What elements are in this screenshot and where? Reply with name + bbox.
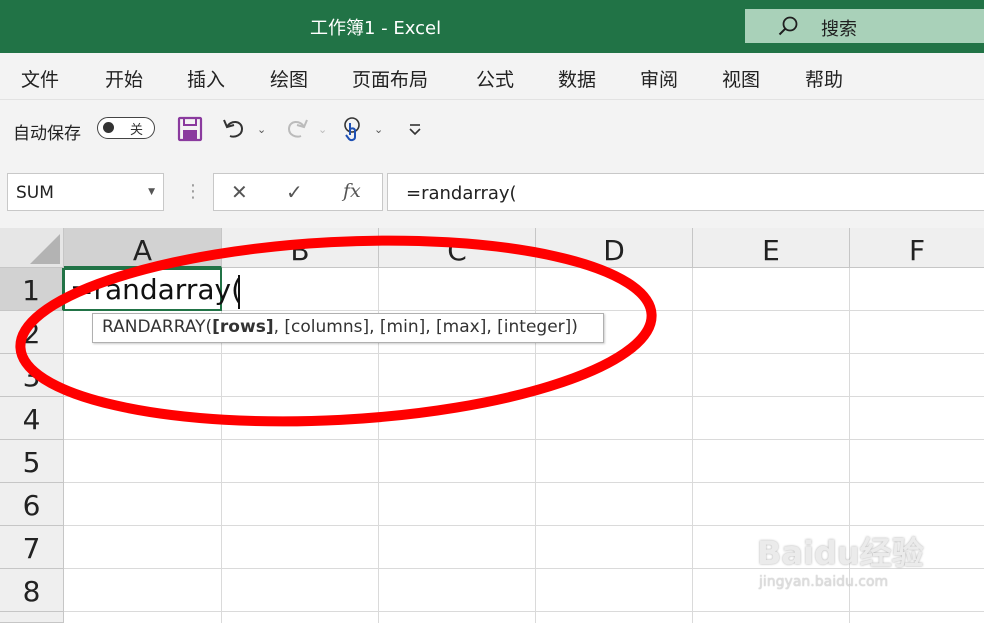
row-header-2[interactable]: 2 xyxy=(0,311,64,354)
row-header-8[interactable]: 8 xyxy=(0,569,64,612)
name-box-value: SUM xyxy=(16,183,54,203)
tab-help[interactable]: 帮助 xyxy=(805,65,843,92)
window-title: 工作簿1 - Excel xyxy=(310,18,442,39)
autosave-toggle[interactable]: 关 xyxy=(97,117,155,139)
row-header-6[interactable]: 6 xyxy=(0,483,64,526)
watermark-url: jingyan.baidu.com xyxy=(759,574,889,590)
quick-access-toolbar: 自动保存 关 ⌄ ⌄ ⌄ xyxy=(0,99,984,159)
undo-dropdown-icon[interactable]: ⌄ xyxy=(257,123,266,136)
redo-icon xyxy=(287,119,308,138)
tab-review[interactable]: 审阅 xyxy=(640,65,678,92)
gridline xyxy=(64,611,984,612)
watermark-logo: Baidu经验 xyxy=(757,534,924,572)
undo-icon[interactable] xyxy=(221,115,247,143)
formula-bar-grip-icon: ⋮ xyxy=(184,181,202,202)
baidu-watermark: Baidu经验 jingyan.baidu.com xyxy=(757,528,932,598)
insert-function-icon[interactable]: fx xyxy=(343,180,361,202)
gridline xyxy=(64,353,984,354)
row-header-7[interactable]: 7 xyxy=(0,526,64,569)
touch-mode-icon[interactable] xyxy=(340,115,366,143)
search-label: 搜索 xyxy=(821,19,857,40)
formula-bar: SUM ▼ ⋮ ✕ ✓ fx =randarray( xyxy=(0,170,984,216)
text-caret xyxy=(238,275,240,309)
redo-dropdown-icon: ⌄ xyxy=(318,123,328,136)
toggle-state: 关 xyxy=(130,123,144,138)
column-header-e[interactable]: E xyxy=(693,228,850,268)
tab-formulas[interactable]: 公式 xyxy=(476,65,514,92)
gridline xyxy=(64,439,984,440)
column-header-b[interactable]: B xyxy=(222,228,379,268)
tab-draw[interactable]: 绘图 xyxy=(270,65,308,92)
column-header-c[interactable]: C xyxy=(379,228,536,268)
tooltip-active-argument[interactable]: [rows] xyxy=(212,317,273,337)
gridline xyxy=(64,525,984,526)
formula-buttons: ✕ ✓ fx xyxy=(213,173,383,211)
search-icon xyxy=(778,16,798,36)
tab-view[interactable]: 视图 xyxy=(722,65,760,92)
formula-input-value: =randarray( xyxy=(406,183,517,204)
touch-dropdown-icon[interactable]: ⌄ xyxy=(374,123,383,136)
gridline xyxy=(64,396,984,397)
save-icon[interactable] xyxy=(177,115,203,143)
tab-page-layout[interactable]: 页面布局 xyxy=(352,65,428,92)
row-header-1[interactable]: 1 xyxy=(0,268,64,311)
row-header-3[interactable]: 3 xyxy=(0,354,64,397)
tooltip-function-name: RANDARRAY( xyxy=(102,317,213,337)
column-header-f[interactable]: F xyxy=(850,228,984,268)
tab-insert[interactable]: 插入 xyxy=(187,65,225,92)
cancel-icon[interactable]: ✕ xyxy=(231,180,248,204)
ribbon-tabs: 文件 开始 插入 绘图 页面布局 公式 数据 审阅 视图 帮助 xyxy=(0,53,984,99)
toggle-knob xyxy=(103,122,114,133)
gridline xyxy=(692,268,693,623)
tab-data[interactable]: 数据 xyxy=(558,65,596,92)
tab-home[interactable]: 开始 xyxy=(105,65,143,92)
column-header-d[interactable]: D xyxy=(536,228,693,268)
select-all-button[interactable] xyxy=(0,228,64,268)
tab-file[interactable]: 文件 xyxy=(21,65,59,92)
row-header-4[interactable]: 4 xyxy=(0,397,64,440)
tooltip-other-arguments: , [columns], [min], [max], [integer]) xyxy=(273,317,578,337)
formula-input[interactable]: =randarray( xyxy=(387,173,984,211)
active-cell-text: =randarray( xyxy=(70,273,242,306)
autosave-label: 自动保存 xyxy=(13,124,81,144)
title-bar: 工作簿1 - Excel 搜索 xyxy=(0,0,984,53)
search-box[interactable]: 搜索 xyxy=(745,9,984,43)
formula-spacer xyxy=(0,216,984,228)
toolbar-spacer xyxy=(0,158,984,170)
column-header-a[interactable]: A xyxy=(64,228,222,268)
function-tooltip[interactable]: RANDARRAY([rows], [columns], [min], [max… xyxy=(92,313,604,343)
row-header-9[interactable]: 9 xyxy=(0,612,64,623)
gridline xyxy=(64,482,984,483)
name-box[interactable]: SUM ▼ xyxy=(7,173,164,211)
row-header-5[interactable]: 5 xyxy=(0,440,64,483)
select-all-triangle-icon xyxy=(30,234,60,264)
enter-icon[interactable]: ✓ xyxy=(286,180,303,204)
name-box-dropdown-icon[interactable]: ▼ xyxy=(148,187,155,197)
customize-toolbar-icon[interactable] xyxy=(404,115,430,143)
